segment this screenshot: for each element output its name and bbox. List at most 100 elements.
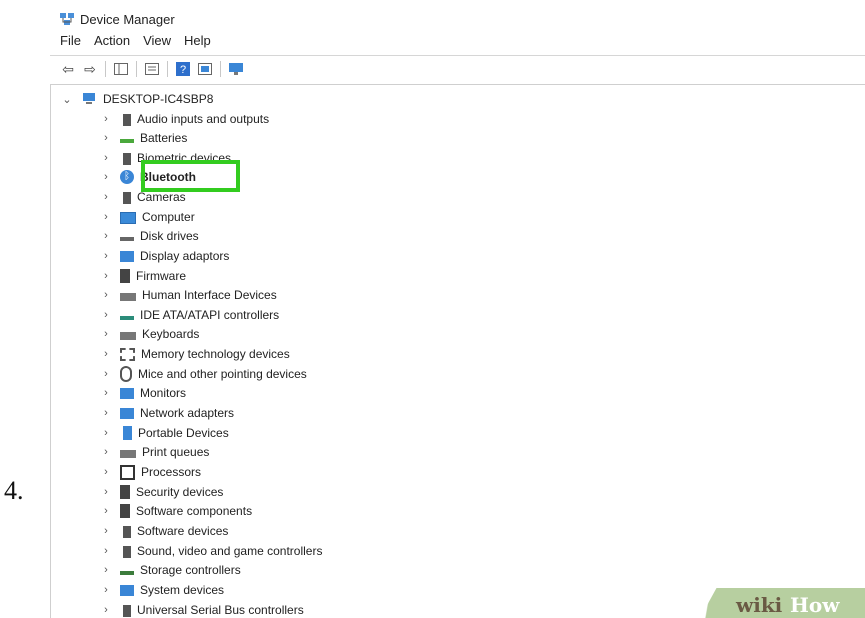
display-icon [120,251,134,262]
svg-text:?: ? [180,64,186,76]
watermark-wiki: wiki [736,593,783,617]
menu-bar: File Action View Help [60,33,224,48]
toolbar-separator [136,61,137,77]
tree-item-label: Monitors [140,385,187,400]
help-icon[interactable]: ? [174,60,192,78]
tree-item-label: System devices [140,582,225,597]
chevron-right-icon[interactable]: › [100,545,112,557]
tree-item-label: Software devices [137,523,229,538]
chevron-right-icon[interactable]: › [100,505,112,517]
tree-item-monitors[interactable]: › Monitors [100,383,186,402]
properties-icon[interactable] [143,60,161,78]
chevron-right-icon[interactable]: › [100,525,112,537]
tree-item-computer[interactable]: › Computer [100,207,195,226]
keyboard-icon [120,331,136,340]
menu-divider [50,55,865,56]
chevron-right-icon[interactable]: › [100,328,112,340]
tree-item-ide[interactable]: › IDE ATA/ATAPI controllers [100,305,279,324]
chevron-right-icon[interactable]: › [100,171,112,183]
tree-item-label: Security devices [136,484,224,499]
computer-root-icon [81,91,97,107]
title-bar: Device Manager [59,10,175,28]
tree-item-keyboards[interactable]: › Keyboards [100,324,199,343]
tree-item-label: Universal Serial Bus controllers [137,602,304,617]
chevron-right-icon[interactable]: › [100,584,112,596]
disk-icon [120,237,134,241]
menu-view[interactable]: View [143,33,171,48]
menu-help[interactable]: Help [184,33,211,48]
chevron-right-icon[interactable]: › [100,564,112,576]
chevron-right-icon[interactable]: › [100,446,112,458]
chevron-right-icon[interactable]: › [100,486,112,498]
tree-root[interactable]: ⌄ DESKTOP-IC4SBP8 [61,90,213,108]
scan-hardware-icon[interactable] [227,60,245,78]
chevron-right-icon[interactable]: › [100,466,112,478]
tree-item-label: Computer [142,209,195,224]
speaker-icon [123,113,131,126]
software-device-icon [123,525,131,538]
tree-item-mice[interactable]: › Mice and other pointing devices [100,364,307,383]
chevron-right-icon[interactable]: › [100,407,112,419]
step-number: 4. [4,476,24,505]
root-label: DESKTOP-IC4SBP8 [103,92,214,106]
wikihow-watermark: wiki How [700,588,865,618]
chevron-right-icon[interactable]: › [100,348,112,360]
chevron-right-icon[interactable]: › [100,270,112,282]
chevron-right-icon[interactable]: › [100,191,112,203]
tree-item-sound[interactable]: › Sound, video and game controllers [100,541,322,560]
computer-icon [120,211,136,224]
tree-item-firmware[interactable]: › Firmware [100,266,186,285]
tree-item-print-queues[interactable]: › Print queues [100,442,209,461]
tree-item-label: Keyboards [142,326,200,341]
chevron-right-icon[interactable]: › [100,152,112,164]
chevron-right-icon[interactable]: › [100,604,112,616]
tree-item-software-devices[interactable]: › Software devices [100,521,228,540]
security-icon [120,484,130,499]
chevron-down-icon[interactable]: ⌄ [61,93,73,106]
back-arrow-icon[interactable]: ⇦ [59,60,77,78]
tree-left-border [50,84,51,618]
chevron-right-icon[interactable]: › [100,289,112,301]
chevron-right-icon[interactable]: › [100,230,112,242]
tree-item-processors[interactable]: › Processors [100,462,201,481]
chevron-right-icon[interactable]: › [100,113,112,125]
menu-action[interactable]: Action [94,33,130,48]
tree-item-disk-drives[interactable]: › Disk drives [100,226,199,245]
tree-item-system[interactable]: › System devices [100,580,224,599]
tree-item-software-components[interactable]: › Software components [100,501,252,520]
chevron-right-icon[interactable]: › [100,387,112,399]
update-driver-icon[interactable] [196,60,214,78]
tree-item-label: Audio inputs and outputs [137,111,270,126]
tree-item-portable[interactable]: › Portable Devices [100,423,229,442]
forward-arrow-icon[interactable]: ⇨ [81,60,99,78]
tree-item-storage[interactable]: › Storage controllers [100,560,241,579]
bluetooth-icon: ᛒ [120,169,134,184]
toolbar-separator [105,61,106,77]
memory-icon [120,348,135,361]
tree-item-usb[interactable]: › Universal Serial Bus controllers [100,600,304,618]
chevron-right-icon[interactable]: › [100,368,112,380]
tree-item-batteries[interactable]: › Batteries [100,128,187,147]
tree-item-audio[interactable]: › Audio inputs and outputs [100,109,269,128]
tree-item-hid[interactable]: › Human Interface Devices [100,285,277,304]
camera-icon [123,191,131,204]
tree-item-memory[interactable]: › Memory technology devices [100,344,290,363]
portable-icon [123,425,132,440]
device-manager-window: Device Manager File Action View Help ⇦ ⇨… [50,0,865,618]
chevron-right-icon[interactable]: › [100,250,112,262]
network-icon [120,408,134,419]
toolbar: ⇦ ⇨ ? [59,58,249,80]
ide-icon [120,316,134,320]
tree-item-network[interactable]: › Network adapters [100,403,234,422]
chevron-right-icon[interactable]: › [100,211,112,223]
tree-item-label: Portable Devices [138,425,229,440]
show-hide-tree-icon[interactable] [112,60,130,78]
chevron-right-icon[interactable]: › [100,132,112,144]
tree-item-label: Firmware [136,268,186,283]
chevron-right-icon[interactable]: › [100,427,112,439]
menu-file[interactable]: File [60,33,81,48]
tree-top-border [50,84,865,85]
chevron-right-icon[interactable]: › [100,309,112,321]
tree-item-security[interactable]: › Security devices [100,482,223,501]
tree-item-display-adaptors[interactable]: › Display adaptors [100,246,229,265]
